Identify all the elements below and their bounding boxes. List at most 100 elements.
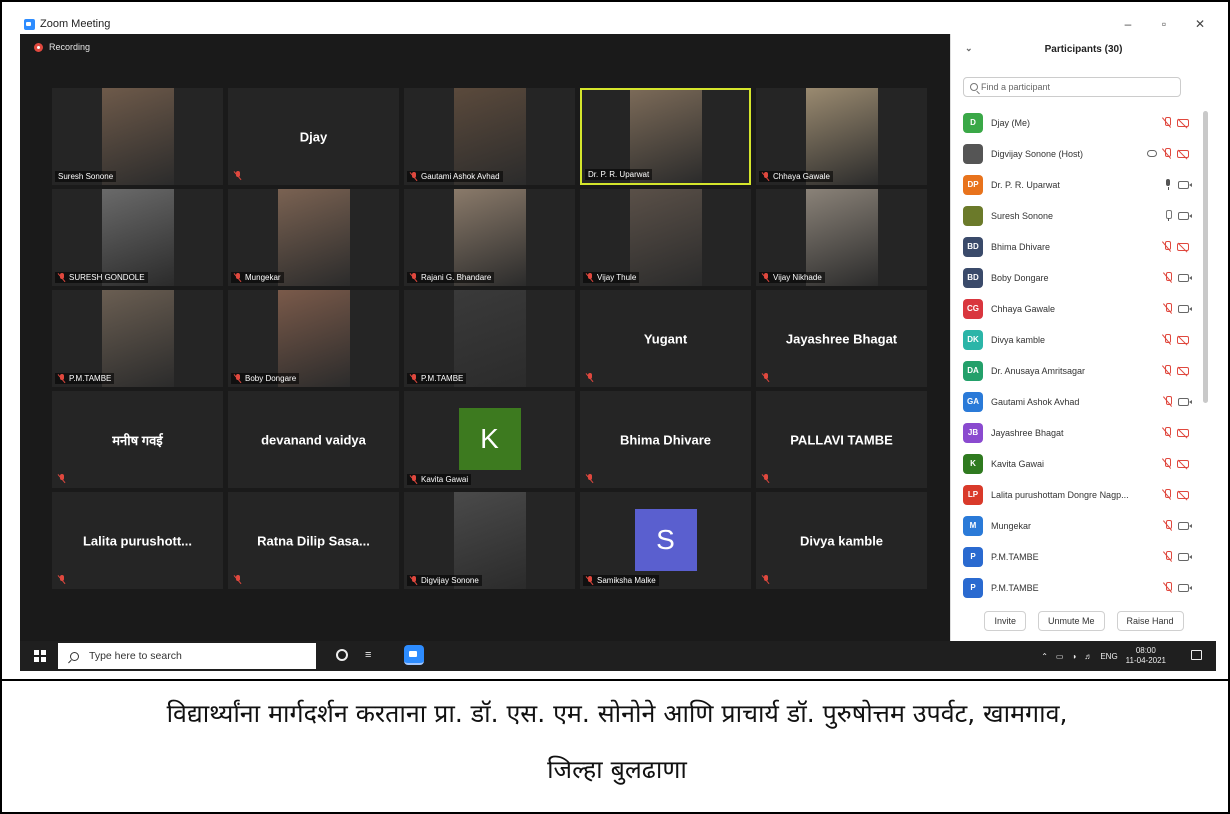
video-tile[interactable]: Mungekar [228, 189, 399, 286]
mic-muted-icon [1163, 582, 1173, 593]
video-tile[interactable]: Suresh Sonone [52, 88, 223, 185]
tile-name-label: Suresh Sonone [58, 172, 114, 181]
video-tile[interactable]: Bhima Dhivare [580, 391, 751, 488]
video-tile[interactable]: S Samiksha Malke [580, 492, 751, 589]
mic-muted-icon [586, 474, 594, 483]
title-bar: Zoom Meeting – ▫ ✕ [20, 14, 1216, 34]
participant-search-input[interactable]: Find a participant [963, 77, 1181, 97]
participant-row[interactable]: DK Divya kamble [951, 324, 1201, 355]
tile-display-name: devanand vaidya [261, 432, 366, 447]
participant-row[interactable]: BD Bhima Dhivare [951, 231, 1201, 262]
avatar [963, 205, 983, 226]
video-tile[interactable]: K Kavita Gawai [404, 391, 575, 488]
chevron-up-icon[interactable]: ⌃ [1041, 652, 1048, 661]
video-tile[interactable]: P.M.TAMBE [52, 290, 223, 387]
participant-row[interactable]: Digvijay Sonone (Host) [951, 138, 1201, 169]
network-icon[interactable]: ◑ [1071, 652, 1076, 661]
unmute-me-button[interactable]: Unmute Me [1037, 611, 1105, 631]
video-tile[interactable]: Rajani G. Bhandare [404, 189, 575, 286]
close-button[interactable]: ✕ [1182, 14, 1216, 34]
mic-icon [1163, 179, 1173, 190]
notification-icon[interactable] [1191, 650, 1202, 660]
zoom-taskbar-icon[interactable] [404, 645, 424, 665]
participant-row[interactable]: GA Gautami Ashok Avhad [951, 386, 1201, 417]
zoom-logo-icon [24, 18, 35, 30]
tile-display-name: Bhima Dhivare [619, 432, 712, 447]
tile-name-label: P.M.TAMBE [421, 374, 464, 383]
participant-search-placeholder: Find a participant [981, 82, 1051, 92]
video-tile[interactable]: Gautami Ashok Avhad [404, 88, 575, 185]
video-tile[interactable]: Yugant [580, 290, 751, 387]
video-tile[interactable]: Ratna Dilip Sasa... [228, 492, 399, 589]
raise-hand-button[interactable]: Raise Hand [1116, 611, 1184, 631]
participant-name: Djay (Me) [991, 117, 1031, 128]
participant-row[interactable]: M Mungekar [951, 510, 1201, 541]
task-view-icon[interactable]: ≡ [365, 649, 371, 661]
participant-row[interactable]: CG Chhaya Gawale [951, 293, 1201, 324]
avatar: M [963, 515, 983, 536]
video-tile[interactable]: Vijay Thule [580, 189, 751, 286]
windows-taskbar: Type here to search ≡ ⌃ ▭ ◑ ♬ ENG 08:00 … [20, 641, 1216, 671]
video-tile[interactable]: Dr. P. R. Uparwat [580, 88, 751, 185]
mic-muted-icon [58, 273, 66, 282]
video-tile[interactable]: Lalita purushott... [52, 492, 223, 589]
participant-row[interactable]: DA Dr. Anusaya Amritsagar [951, 355, 1201, 386]
tile-display-name: मनीष गवई [112, 432, 163, 448]
participants-header: ⌄ Participants (30) [951, 34, 1216, 64]
tile-name-label: Samiksha Malke [597, 576, 656, 585]
participant-row[interactable]: LP Lalita purushottam Dongre Nagp... [951, 479, 1201, 510]
mic-muted-icon [1163, 303, 1173, 314]
video-tile[interactable]: PALLAVI TAMBE [756, 391, 927, 488]
video-tile[interactable]: Vijay Nikhade [756, 189, 927, 286]
invite-button[interactable]: Invite [984, 611, 1026, 631]
gallery-grid: Suresh Sonone Djay Gautami Ashok Avhad Dr. … [52, 88, 927, 589]
video-tile[interactable]: Chhaya Gawale [756, 88, 927, 185]
avatar: LP [963, 484, 983, 505]
participant-row[interactable]: JB Jayashree Bhagat [951, 417, 1201, 448]
participant-name: Bhima Dhivare [991, 241, 1051, 252]
video-tile[interactable]: devanand vaidya [228, 391, 399, 488]
clock[interactable]: 08:00 11-04-2021 [1126, 646, 1166, 666]
participant-row[interactable]: K Kavita Gawai [951, 448, 1201, 479]
video-tile[interactable]: Divya kamble [756, 492, 927, 589]
video-tile[interactable]: मनीष गवई [52, 391, 223, 488]
participant-row[interactable]: DP Dr. P. R. Uparwat [951, 169, 1201, 200]
video-tile[interactable]: P.M.TAMBE [404, 290, 575, 387]
tile-display-name: Jayashree Bhagat [785, 331, 898, 346]
chevron-down-icon[interactable]: ⌄ [965, 43, 973, 54]
mic-muted-icon [1162, 241, 1172, 252]
language-indicator[interactable]: ENG [1100, 652, 1117, 661]
video-tile[interactable]: Boby Dongare [228, 290, 399, 387]
participant-row[interactable]: BD Boby Dongare [951, 262, 1201, 293]
battery-icon[interactable]: ▭ [1056, 652, 1064, 661]
taskbar-search-input[interactable]: Type here to search [58, 643, 316, 669]
camera-off-icon [1177, 149, 1189, 158]
video-tile[interactable]: Digvijay Sonone [404, 492, 575, 589]
participant-row[interactable]: P P.M.TAMBE [951, 572, 1201, 603]
maximize-button[interactable]: ▫ [1146, 14, 1182, 34]
tile-name-label: P.M.TAMBE [69, 374, 112, 383]
camera-icon [1178, 273, 1192, 282]
video-tile[interactable]: Jayashree Bhagat [756, 290, 927, 387]
video-tile[interactable]: Djay [228, 88, 399, 185]
video-tile[interactable]: SURESH GONDOLE [52, 189, 223, 286]
mic-muted-icon [762, 575, 770, 584]
participant-row[interactable]: Suresh Sonone [951, 200, 1201, 231]
participant-row[interactable]: P P.M.TAMBE [951, 541, 1201, 572]
participant-row[interactable]: D Djay (Me) [951, 107, 1201, 138]
mic-muted-icon [410, 576, 418, 585]
cortana-icon[interactable] [336, 649, 348, 661]
clock-time: 08:00 [1135, 646, 1156, 655]
tile-display-name: Divya kamble [799, 533, 884, 548]
minimize-button[interactable]: – [1110, 14, 1146, 34]
camera-icon [1178, 583, 1192, 592]
windows-start-icon[interactable] [34, 650, 46, 662]
camera-off-icon [1177, 459, 1189, 468]
tile-name-caption: Digvijay Sonone [407, 575, 482, 586]
volume-icon[interactable]: ♬ [1084, 652, 1092, 661]
participant-status-icons [1163, 303, 1192, 314]
mic-muted-icon [58, 374, 66, 383]
participant-status-icons [1162, 241, 1189, 252]
avatar: P [963, 577, 983, 598]
participant-list-scrollbar[interactable] [1203, 111, 1208, 403]
